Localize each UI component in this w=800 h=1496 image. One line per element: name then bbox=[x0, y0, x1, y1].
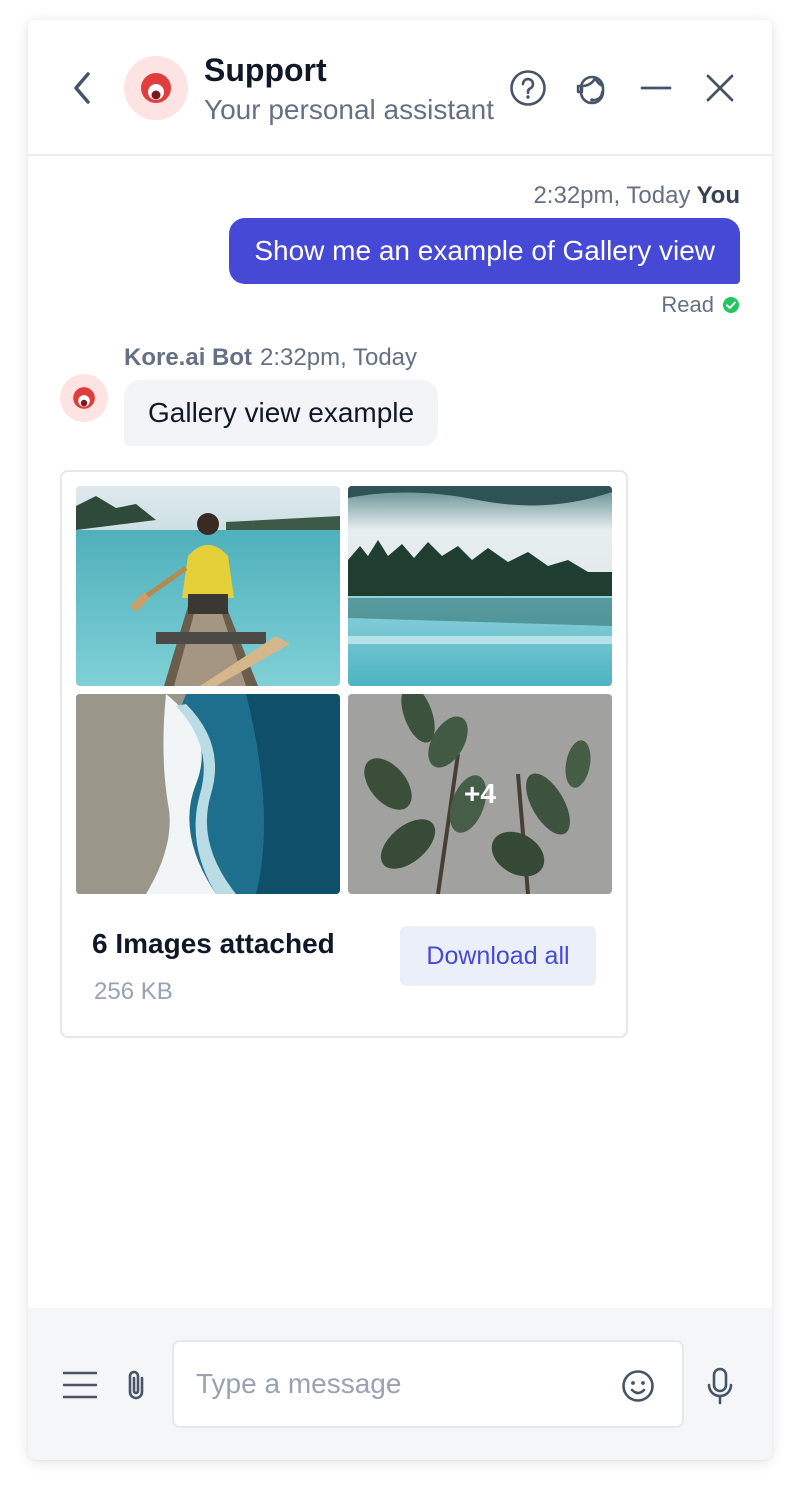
outgoing-time: 2:32pm, Today bbox=[533, 182, 691, 209]
bot-avatar bbox=[124, 56, 188, 120]
chat-widget: Support Your personal assistant 2:32pm, … bbox=[28, 20, 772, 1460]
attachment-size: 256 KB bbox=[94, 978, 173, 1005]
gallery-image-plant[interactable]: +4 bbox=[348, 694, 612, 894]
message-input-box bbox=[172, 1340, 684, 1428]
emoji-button[interactable] bbox=[618, 1366, 658, 1406]
agent-headset-icon bbox=[576, 75, 605, 105]
kore-logo-icon bbox=[73, 387, 95, 409]
download-all-button[interactable]: Download all bbox=[400, 926, 596, 986]
gallery-card: +4 6 Images attached 256 KB Download all bbox=[60, 470, 628, 1038]
outgoing-message-bubble: Show me an example of Gallery view bbox=[229, 218, 740, 284]
live-agent-button[interactable] bbox=[572, 68, 612, 108]
close-button[interactable] bbox=[700, 68, 740, 108]
read-receipt: Read bbox=[661, 292, 740, 318]
paperclip-icon bbox=[128, 1370, 144, 1400]
hamburger-menu-icon bbox=[63, 1371, 97, 1399]
bot-name: Kore.ai Bot bbox=[124, 344, 253, 371]
help-circle-icon bbox=[510, 70, 546, 106]
menu-button[interactable] bbox=[62, 1368, 98, 1402]
minimize-button[interactable] bbox=[636, 68, 676, 108]
chevron-left-icon bbox=[74, 72, 90, 104]
bot-avatar-small bbox=[60, 374, 108, 422]
microphone-icon bbox=[707, 1367, 733, 1405]
outgoing-sender: You bbox=[696, 182, 740, 209]
back-button[interactable] bbox=[64, 68, 100, 108]
attach-button[interactable] bbox=[122, 1366, 150, 1404]
more-images-overlay[interactable]: +4 bbox=[348, 694, 612, 894]
chat-header: Support Your personal assistant bbox=[28, 20, 772, 156]
incoming-meta: Kore.ai Bot 2:32pm, Today bbox=[124, 344, 417, 372]
read-status-text: Read bbox=[661, 292, 714, 317]
kore-logo-icon bbox=[141, 73, 171, 103]
close-icon bbox=[706, 74, 734, 102]
chat-subtitle: Your personal assistant bbox=[204, 94, 495, 125]
smiley-icon bbox=[622, 1370, 654, 1402]
more-images-count: +4 bbox=[464, 778, 496, 809]
outgoing-meta: 2:32pm, Today You bbox=[533, 182, 740, 210]
gallery-image-wave[interactable] bbox=[76, 694, 340, 894]
message-composer bbox=[28, 1308, 772, 1460]
outgoing-message-text: Show me an example of Gallery view bbox=[254, 235, 715, 266]
attachment-title: 6 Images attached bbox=[92, 928, 335, 959]
chat-title: Support bbox=[204, 52, 327, 88]
voice-button[interactable] bbox=[704, 1366, 736, 1406]
incoming-message-bubble: Gallery view example bbox=[124, 380, 439, 446]
message-input[interactable] bbox=[196, 1362, 596, 1406]
gallery-image-lake[interactable] bbox=[348, 486, 612, 686]
incoming-time: 2:32pm, Today bbox=[260, 344, 418, 371]
incoming-message-text: Gallery view example bbox=[148, 397, 415, 428]
minus-icon bbox=[640, 86, 672, 90]
help-button[interactable] bbox=[508, 68, 548, 108]
gallery-image-canoe[interactable] bbox=[76, 486, 340, 686]
check-circle-icon bbox=[723, 297, 739, 313]
